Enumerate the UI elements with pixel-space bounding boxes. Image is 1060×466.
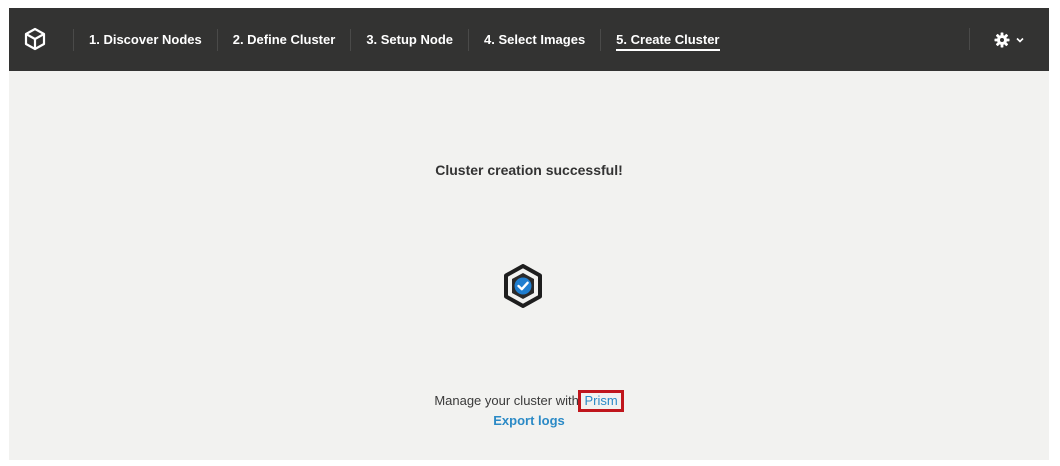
manage-cluster-line: Manage your cluster with Prism xyxy=(9,390,1049,412)
app-window: 1. Discover Nodes 2. Define Cluster 3. S… xyxy=(9,8,1049,460)
export-logs-link[interactable]: Export logs xyxy=(493,413,565,428)
settings-divider xyxy=(969,28,970,50)
wizard-steps: 1. Discover Nodes 2. Define Cluster 3. S… xyxy=(73,8,735,71)
cube-hexagon-icon[interactable] xyxy=(23,27,47,51)
gear-icon xyxy=(994,32,1010,47)
step-discover-nodes[interactable]: 1. Discover Nodes xyxy=(74,8,217,71)
step-setup-node[interactable]: 3. Setup Node xyxy=(351,8,468,71)
chevron-down-icon xyxy=(1016,37,1024,43)
success-message: Cluster creation successful! xyxy=(435,162,623,178)
hexagon-check-icon xyxy=(504,264,542,308)
manage-cluster-text: Manage your cluster with xyxy=(434,393,579,408)
settings-menu-button[interactable] xyxy=(969,8,1049,71)
export-logs-line: Export logs xyxy=(9,413,1049,428)
step-define-cluster[interactable]: 2. Define Cluster xyxy=(218,8,351,71)
step-select-images[interactable]: 4. Select Images xyxy=(469,8,600,71)
prism-link[interactable]: Prism xyxy=(578,390,624,412)
step-create-cluster[interactable]: 5. Create Cluster xyxy=(601,8,734,71)
top-nav-bar: 1. Discover Nodes 2. Define Cluster 3. S… xyxy=(9,8,1049,71)
